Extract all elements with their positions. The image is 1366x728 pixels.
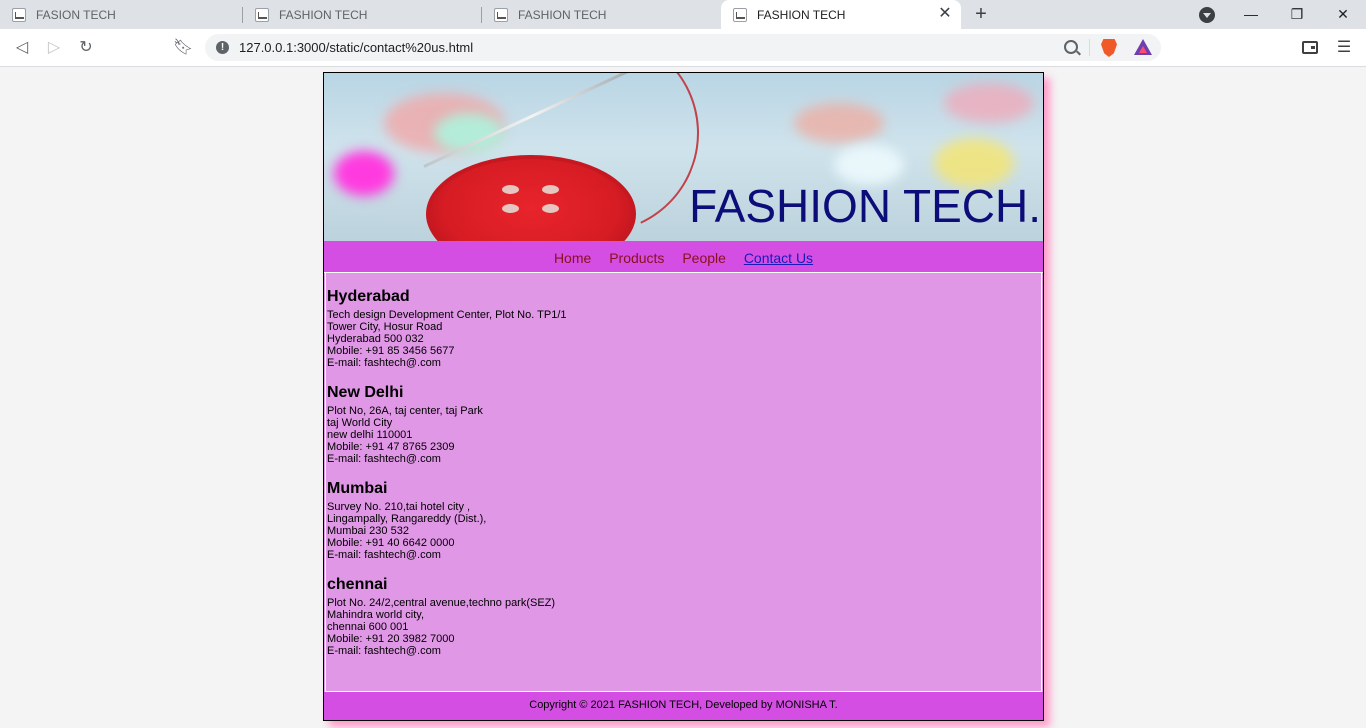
site-favicon-icon <box>494 7 508 22</box>
office-address-line: Tech design Development Center, Plot No.… <box>327 309 567 321</box>
office-phone: Mobile: +91 47 8765 2309 <box>327 441 455 453</box>
tab-title: FASHION TECH <box>279 7 368 22</box>
brave-rewards-icon[interactable] <box>1134 39 1152 55</box>
button-hole <box>542 185 559 194</box>
address-bar[interactable]: ! 127.0.0.1:3000/static/contact%20us.htm… <box>205 34 1161 61</box>
nav-home[interactable]: Home <box>554 250 591 266</box>
button-hole <box>502 204 519 213</box>
office-address-line: Hyderabad 500 032 <box>327 333 424 345</box>
office-email: E-mail: fashtech@.com <box>327 453 441 465</box>
reload-icon[interactable]: ↻ <box>75 37 97 59</box>
url-text[interactable]: 127.0.0.1:3000/static/contact%20us.html <box>239 40 473 55</box>
wallet-icon[interactable] <box>1302 41 1318 54</box>
tab-title: FASION TECH <box>36 7 116 22</box>
office-email: E-mail: fashtech@.com <box>327 549 441 561</box>
page-container: FASHION TECH. Home Products People Conta… <box>323 72 1044 721</box>
tab-title: FASHION TECH <box>757 7 846 22</box>
button-hole <box>502 185 519 194</box>
back-icon[interactable]: ◁ <box>11 37 33 59</box>
main-nav: Home Products People Contact Us <box>324 241 1043 273</box>
decor-blob <box>334 151 394 196</box>
header-banner: FASHION TECH. <box>324 73 1043 241</box>
decor-blob <box>944 83 1034 123</box>
office-city: Hyderabad <box>327 288 410 305</box>
info-icon[interactable]: ! <box>216 41 229 54</box>
office-city: New Delhi <box>327 384 404 401</box>
new-tab-button[interactable]: + <box>970 4 992 26</box>
office-address-line: taj World City <box>327 417 393 429</box>
office-address-line: Plot No, 26A, taj center, taj Park <box>327 405 483 417</box>
office-hyderabad: Hyderabad Tech design Development Center… <box>326 273 1041 369</box>
bookmark-icon[interactable]: 🔖︎ <box>172 37 194 59</box>
office-email: E-mail: fashtech@.com <box>327 645 441 657</box>
page-footer: Copyright © 2021 FASHION TECH, Developed… <box>324 692 1043 720</box>
office-phone: Mobile: +91 20 3982 7000 <box>327 633 455 645</box>
nav-contact-us[interactable]: Contact Us <box>744 250 813 266</box>
button-hole <box>542 204 559 213</box>
office-address-line: Mahindra world city, <box>327 609 424 621</box>
office-address-line: Lingampally, Rangareddy (Dist.), <box>327 513 487 525</box>
forward-icon[interactable]: ▷ <box>43 37 65 59</box>
contact-content: Hyderabad Tech design Development Center… <box>325 273 1042 692</box>
close-tab-icon[interactable]: ✕ <box>937 6 953 22</box>
brand-title: FASHION TECH. <box>689 180 1041 232</box>
office-address-line: Survey No. 210,tai hotel city , <box>327 501 471 513</box>
minimize-icon[interactable]: — <box>1228 0 1274 29</box>
decor-blob <box>794 103 884 143</box>
site-favicon-icon <box>733 7 747 22</box>
nav-people[interactable]: People <box>682 250 726 266</box>
office-email: E-mail: fashtech@.com <box>327 357 441 369</box>
office-address-line: Mumbai 230 532 <box>327 525 409 537</box>
brave-shield-icon[interactable] <box>1101 39 1117 57</box>
close-window-icon[interactable]: ✕ <box>1320 0 1366 29</box>
restore-icon[interactable]: ❐ <box>1274 0 1320 29</box>
browser-toolbar: ◁ ▷ ↻ 🔖︎ ! 127.0.0.1:3000/static/contact… <box>0 29 1366 67</box>
nav-products[interactable]: Products <box>609 250 664 266</box>
office-new-delhi: New Delhi Plot No, 26A, taj center, taj … <box>326 369 1041 465</box>
zoom-icon[interactable] <box>1064 40 1078 54</box>
office-mumbai: Mumbai Survey No. 210,tai hotel city , L… <box>326 465 1041 561</box>
browser-tab[interactable]: FASION TECH <box>0 0 243 29</box>
site-favicon-icon <box>255 7 269 22</box>
office-chennai: chennai Plot No. 24/2,central avenue,tec… <box>326 561 1041 657</box>
tab-strip: FASION TECH FASHION TECH FASHION TECH FA… <box>0 0 1366 29</box>
office-address-line: Plot No. 24/2,central avenue,techno park… <box>327 597 556 609</box>
office-phone: Mobile: +91 85 3456 5677 <box>327 345 455 357</box>
tab-search-icon[interactable] <box>1199 7 1215 23</box>
office-city: Mumbai <box>327 480 388 497</box>
menu-icon[interactable]: ☰ <box>1336 38 1352 58</box>
office-phone: Mobile: +91 40 6642 0000 <box>327 537 455 549</box>
office-address-line: Tower City, Hosur Road <box>327 321 443 333</box>
site-favicon-icon <box>12 7 26 22</box>
office-address-line: new delhi 110001 <box>327 429 413 441</box>
office-address-line: chennai 600 001 <box>327 621 409 633</box>
tab-title: FASHION TECH <box>518 7 607 22</box>
browser-tab-active[interactable]: FASHION TECH ✕ <box>721 0 961 29</box>
browser-tab[interactable]: FASHION TECH <box>243 0 482 29</box>
office-city: chennai <box>327 576 388 593</box>
omnibox-divider <box>1089 39 1090 56</box>
browser-tab[interactable]: FASHION TECH <box>482 0 721 29</box>
